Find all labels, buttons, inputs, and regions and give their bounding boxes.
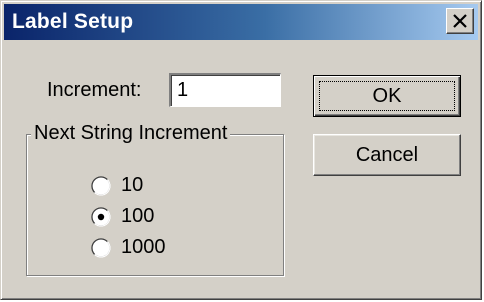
radio-label: 1000: [121, 236, 166, 258]
increment-input[interactable]: [169, 73, 281, 107]
group-legend: Next String Increment: [31, 122, 231, 145]
cancel-button[interactable]: Cancel: [313, 134, 461, 176]
radio-button-icon[interactable]: [91, 207, 111, 227]
increment-label: Increment:: [47, 79, 142, 101]
close-icon: [453, 14, 467, 28]
radio-button-icon[interactable]: [91, 176, 111, 196]
title-bar[interactable]: Label Setup: [4, 4, 478, 40]
window-title: Label Setup: [12, 10, 134, 33]
radio-button-icon[interactable]: [91, 238, 111, 258]
radio-label: 10: [121, 174, 144, 196]
ok-button-label: OK: [319, 81, 455, 111]
radio-label: 100: [121, 205, 155, 227]
close-button[interactable]: [446, 8, 474, 34]
ok-button[interactable]: OK: [313, 75, 461, 117]
dialog-window: Label Setup Increment: OK Cancel Next St…: [0, 0, 482, 300]
